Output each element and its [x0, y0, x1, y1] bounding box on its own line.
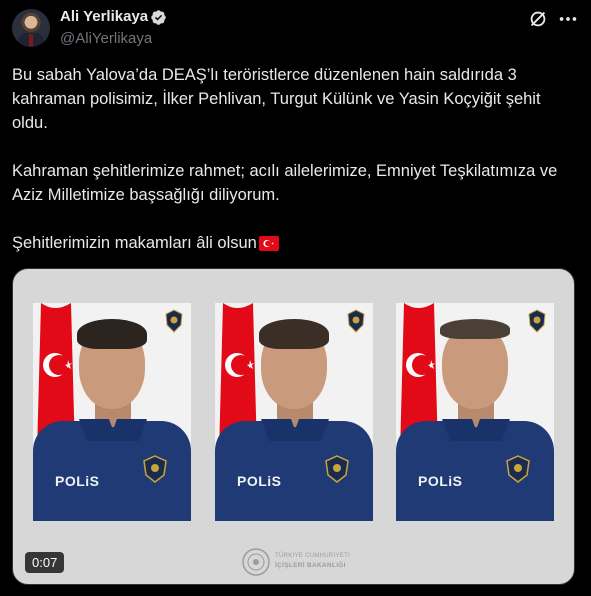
portrait-1: POLiS — [33, 303, 191, 521]
hair — [440, 319, 510, 339]
tweet-header: Ali Yerlikaya @AliYerlikaya — [0, 0, 591, 58]
police-badge-icon — [506, 455, 530, 483]
tweet-body: Bu sabah Yalova’da DEAŞ’lı teröristlerce… — [12, 63, 580, 279]
hair — [77, 319, 147, 349]
tweet-paragraph-2: Kahraman şehitlerimize rahmet; acılı ail… — [12, 162, 558, 204]
uniform-text: POLiS — [55, 473, 100, 489]
uniform-text: POLiS — [418, 473, 463, 489]
tweet-paragraph-1: Bu sabah Yalova’da DEAŞ’lı teröristlerce… — [12, 66, 541, 132]
police-badge-icon — [325, 455, 349, 483]
video-duration-badge: 0:07 — [25, 552, 65, 573]
author-handle[interactable]: @AliYerlikaya — [60, 30, 152, 47]
hair — [259, 319, 329, 349]
ministry-logo: TÜRKİYE CUMHURİYETİ İÇİŞLERİ BAKANLIĞI — [241, 545, 351, 579]
ministry-line-1: TÜRKİYE CUMHURİYETİ — [275, 553, 351, 559]
ministry-seal-icon — [242, 548, 270, 576]
avatar-tie — [29, 34, 33, 46]
police-emblem-icon — [165, 309, 183, 333]
tweet-paragraph-3: Şehitlerimizin makamları âli olsun — [12, 231, 580, 255]
ministry-line-2: İÇİŞLERİ BAKANLIĞI — [275, 562, 346, 569]
turkey-flag-icon — [258, 236, 279, 251]
portrait-3: POLiS — [396, 303, 554, 521]
grok-icon[interactable] — [527, 8, 549, 30]
police-emblem-icon — [347, 309, 365, 333]
author-avatar[interactable] — [12, 9, 50, 47]
video-player[interactable]: POLiS POLiS POLiS TÜRKİYE CUMHURİYETİ İÇ… — [12, 268, 575, 585]
tweet-paragraph-3-text: Şehitlerimizin makamları âli olsun — [12, 234, 257, 252]
more-options-icon[interactable] — [557, 8, 579, 30]
police-badge-icon — [143, 455, 167, 483]
police-emblem-icon — [528, 309, 546, 333]
uniform-text: POLiS — [237, 473, 282, 489]
portrait-2: POLiS — [215, 303, 373, 521]
author-display-name[interactable]: Ali Yerlikaya — [60, 8, 148, 25]
verified-badge-icon — [151, 10, 166, 25]
